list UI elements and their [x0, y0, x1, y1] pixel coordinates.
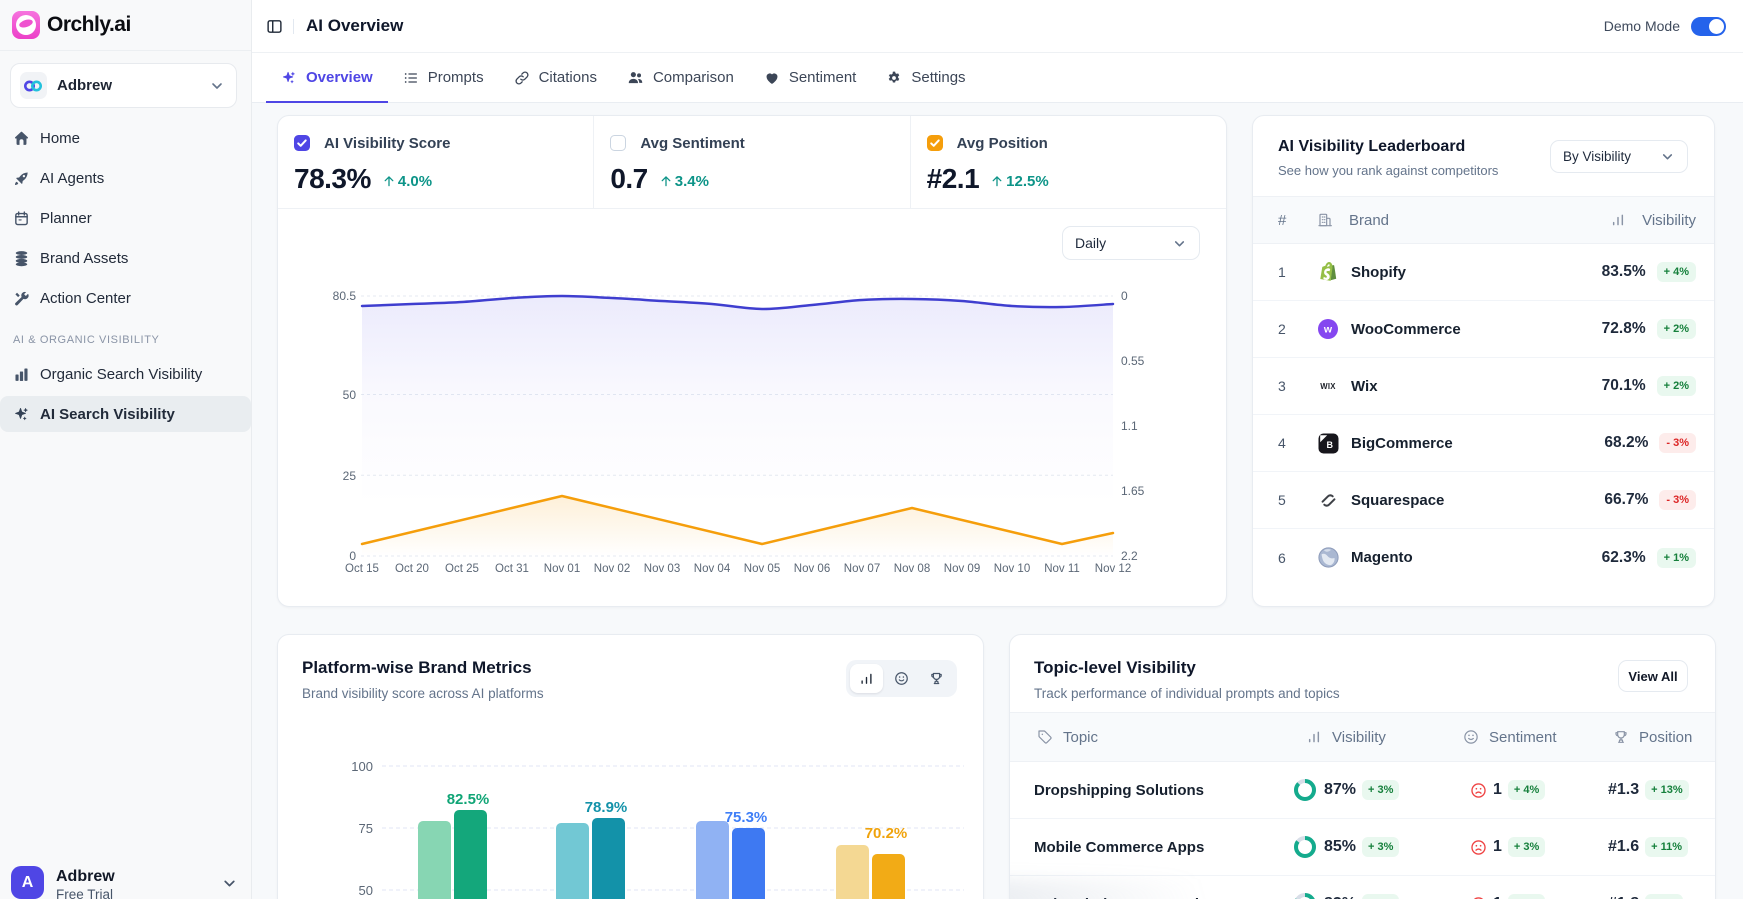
svg-text:Oct 20: Oct 20: [395, 563, 429, 575]
svg-text:Nov 01: Nov 01: [544, 563, 580, 575]
svg-text:100: 100: [351, 759, 373, 774]
svg-text:50: 50: [343, 388, 357, 402]
svg-text:Nov 04: Nov 04: [694, 563, 731, 575]
svg-text:Oct 31: Oct 31: [495, 563, 529, 575]
svg-text:1.1: 1.1: [1121, 419, 1138, 433]
svg-text:0.55: 0.55: [1121, 354, 1145, 368]
svg-text:75.3%: 75.3%: [725, 809, 768, 826]
svg-text:78.9%: 78.9%: [585, 799, 628, 816]
svg-text:Oct 15: Oct 15: [345, 563, 379, 575]
svg-text:Nov 08: Nov 08: [894, 563, 930, 575]
svg-text:Nov 11: Nov 11: [1044, 563, 1080, 575]
svg-text:0: 0: [349, 549, 356, 563]
svg-text:WIX: WIX: [1320, 382, 1336, 391]
svg-text:B: B: [1326, 439, 1333, 449]
svg-text:80.5: 80.5: [333, 289, 357, 303]
svg-text:75: 75: [359, 821, 373, 836]
svg-text:w: w: [1323, 324, 1333, 336]
svg-text:Nov 12: Nov 12: [1095, 563, 1131, 575]
svg-text:Nov 02: Nov 02: [594, 563, 630, 575]
svg-text:2.2: 2.2: [1121, 549, 1138, 563]
svg-text:Nov 06: Nov 06: [794, 563, 830, 575]
svg-text:Nov 03: Nov 03: [644, 563, 680, 575]
svg-text:Oct 25: Oct 25: [445, 563, 479, 575]
svg-text:Nov 07: Nov 07: [844, 563, 880, 575]
svg-text:Nov 05: Nov 05: [744, 563, 780, 575]
svg-text:1.65: 1.65: [1121, 484, 1145, 498]
svg-text:25: 25: [343, 469, 357, 483]
svg-text:0: 0: [1121, 289, 1128, 303]
svg-text:Nov 10: Nov 10: [994, 563, 1030, 575]
svg-text:82.5%: 82.5%: [447, 791, 490, 808]
svg-text:50: 50: [359, 883, 373, 898]
svg-text:Nov 09: Nov 09: [944, 563, 980, 575]
svg-text:70.2%: 70.2%: [865, 825, 908, 842]
